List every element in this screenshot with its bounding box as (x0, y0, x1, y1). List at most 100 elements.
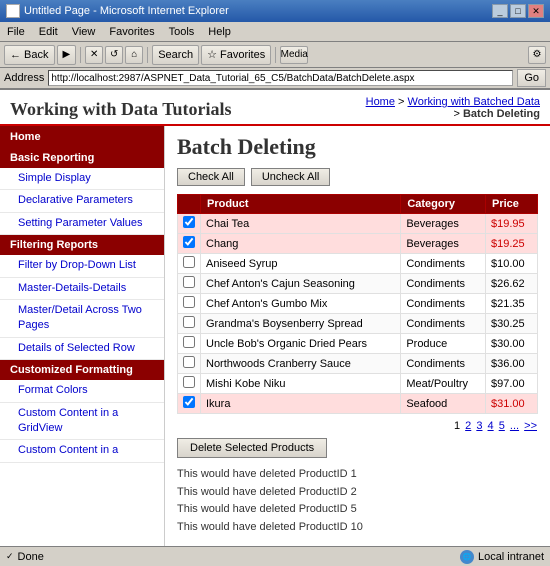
menu-view[interactable]: View (69, 25, 99, 39)
delete-button-row: Delete Selected Products (177, 438, 538, 458)
col-header-price: Price (486, 195, 538, 214)
window-title: Untitled Page - Microsoft Internet Explo… (24, 5, 229, 17)
breadcrumb-current: Batch Deleting (463, 108, 540, 120)
row-checkbox[interactable] (183, 276, 195, 288)
home-button[interactable]: ⌂ (125, 46, 143, 64)
window-controls[interactable]: _ □ ✕ (492, 4, 544, 18)
product-category: Condiments (401, 294, 486, 314)
row-checkbox[interactable] (183, 376, 195, 388)
breadcrumb-home[interactable]: Home (366, 96, 395, 108)
close-button[interactable]: ✕ (528, 4, 544, 18)
log-message: This would have deleted ProductID 1 (177, 466, 538, 484)
product-name: Grandma's Boysenberry Spread (201, 314, 401, 334)
site-title: Working with Data Tutorials (10, 99, 232, 120)
row-checkbox[interactable] (183, 316, 195, 328)
status-icon: ✓ (6, 551, 14, 562)
sidebar-item-custom-content-2[interactable]: Custom Content in a (0, 440, 164, 462)
refresh-button[interactable]: ↺ (105, 46, 123, 64)
menu-favorites[interactable]: Favorites (106, 25, 157, 39)
menu-file[interactable]: File (4, 25, 28, 39)
row-checkbox[interactable] (183, 336, 195, 348)
sidebar-item-custom-content-gridview[interactable]: Custom Content in a GridView (0, 403, 164, 441)
product-name: Chai Tea (201, 214, 401, 234)
sidebar-item-master-details[interactable]: Master-Details-Details (0, 278, 164, 300)
address-label: Address (4, 72, 44, 84)
address-input[interactable] (48, 70, 513, 86)
product-price: $36.00 (486, 354, 538, 374)
menu-help[interactable]: Help (205, 25, 234, 39)
product-category: Condiments (401, 254, 486, 274)
menu-tools[interactable]: Tools (166, 25, 198, 39)
sidebar-item-setting-parameter-values[interactable]: Setting Parameter Values (0, 213, 164, 235)
page-3[interactable]: 3 (476, 420, 482, 432)
sidebar-item-declarative-parameters[interactable]: Declarative Parameters (0, 190, 164, 212)
row-checkbox[interactable] (183, 236, 195, 248)
uncheck-all-button[interactable]: Uncheck All (251, 168, 330, 186)
minimize-button[interactable]: _ (492, 4, 508, 18)
log-messages: This would have deleted ProductID 1This … (177, 466, 538, 536)
product-price: $10.00 (486, 254, 538, 274)
forward-button[interactable]: ▶ (57, 45, 77, 65)
status-left: ✓ Done (6, 551, 44, 563)
product-price: $31.00 (486, 394, 538, 414)
table-row: IkuraSeafood$31.00 (178, 394, 538, 414)
sidebar-item-master-detail-across[interactable]: Master/Detail Across Two Pages (0, 300, 164, 338)
sidebar-item-simple-display[interactable]: Simple Display (0, 168, 164, 190)
statusbar: ✓ Done 🌐 Local intranet (0, 546, 550, 566)
sidebar: Home Basic Reporting Simple Display Decl… (0, 126, 165, 546)
search-button[interactable]: Search (152, 45, 199, 65)
page-current: 1 (454, 420, 460, 432)
media-button[interactable]: Media (280, 46, 308, 64)
delete-selected-button[interactable]: Delete Selected Products (177, 438, 327, 458)
sidebar-home[interactable]: Home (0, 126, 164, 148)
page-header: Working with Data Tutorials Home > Worki… (0, 90, 550, 126)
table-row: Grandma's Boysenberry SpreadCondiments$3… (178, 314, 538, 334)
row-checkbox[interactable] (183, 216, 195, 228)
go-button[interactable]: Go (517, 69, 546, 87)
toolbar-separator-1 (80, 47, 81, 63)
menubar: File Edit View Favorites Tools Help (0, 22, 550, 42)
window-icon: e (6, 4, 20, 18)
product-price: $19.95 (486, 214, 538, 234)
sidebar-section-customized-formatting[interactable]: Customized Formatting (0, 360, 164, 380)
product-category: Beverages (401, 214, 486, 234)
page-title: Batch Deleting (177, 134, 538, 160)
table-row: Chef Anton's Gumbo MixCondiments$21.35 (178, 294, 538, 314)
table-row: ChangBeverages$19.25 (178, 234, 538, 254)
row-checkbox[interactable] (183, 256, 195, 268)
page-2[interactable]: 2 (465, 420, 471, 432)
sidebar-sub-filtering-reports: Filter by Drop-Down List Master-Details-… (0, 255, 164, 360)
page-4[interactable]: 4 (488, 420, 494, 432)
addressbar: Address Go (0, 68, 550, 90)
product-name: Aniseed Syrup (201, 254, 401, 274)
table-row: Northwoods Cranberry SauceCondiments$36.… (178, 354, 538, 374)
content-area: Working with Data Tutorials Home > Worki… (0, 90, 550, 546)
page-ellipsis[interactable]: ... (510, 420, 519, 432)
breadcrumb-section[interactable]: Working with Batched Data (408, 96, 540, 108)
product-category: Produce (401, 334, 486, 354)
row-checkbox[interactable] (183, 396, 195, 408)
sidebar-item-filter-dropdown[interactable]: Filter by Drop-Down List (0, 255, 164, 277)
status-text: Done (18, 551, 44, 563)
page-next[interactable]: >> (524, 420, 537, 432)
tools-icon-button[interactable]: ⚙ (528, 46, 546, 64)
product-price: $30.25 (486, 314, 538, 334)
col-header-checkbox (178, 195, 201, 214)
back-button[interactable]: ← Back (4, 45, 55, 65)
sidebar-item-format-colors[interactable]: Format Colors (0, 380, 164, 402)
sidebar-section-filtering-reports[interactable]: Filtering Reports (0, 235, 164, 255)
check-all-button[interactable]: Check All (177, 168, 245, 186)
sidebar-item-details-selected-row[interactable]: Details of Selected Row (0, 338, 164, 360)
page-5[interactable]: 5 (499, 420, 505, 432)
favorites-button[interactable]: ☆ Favorites (201, 45, 271, 65)
maximize-button[interactable]: □ (510, 4, 526, 18)
stop-button[interactable]: ✕ (85, 46, 103, 64)
product-name: Chang (201, 234, 401, 254)
product-category: Beverages (401, 234, 486, 254)
sidebar-section-basic-reporting[interactable]: Basic Reporting (0, 148, 164, 168)
toolbar-separator-2 (147, 47, 148, 63)
log-message: This would have deleted ProductID 2 (177, 484, 538, 502)
row-checkbox[interactable] (183, 296, 195, 308)
row-checkbox[interactable] (183, 356, 195, 368)
menu-edit[interactable]: Edit (36, 25, 61, 39)
